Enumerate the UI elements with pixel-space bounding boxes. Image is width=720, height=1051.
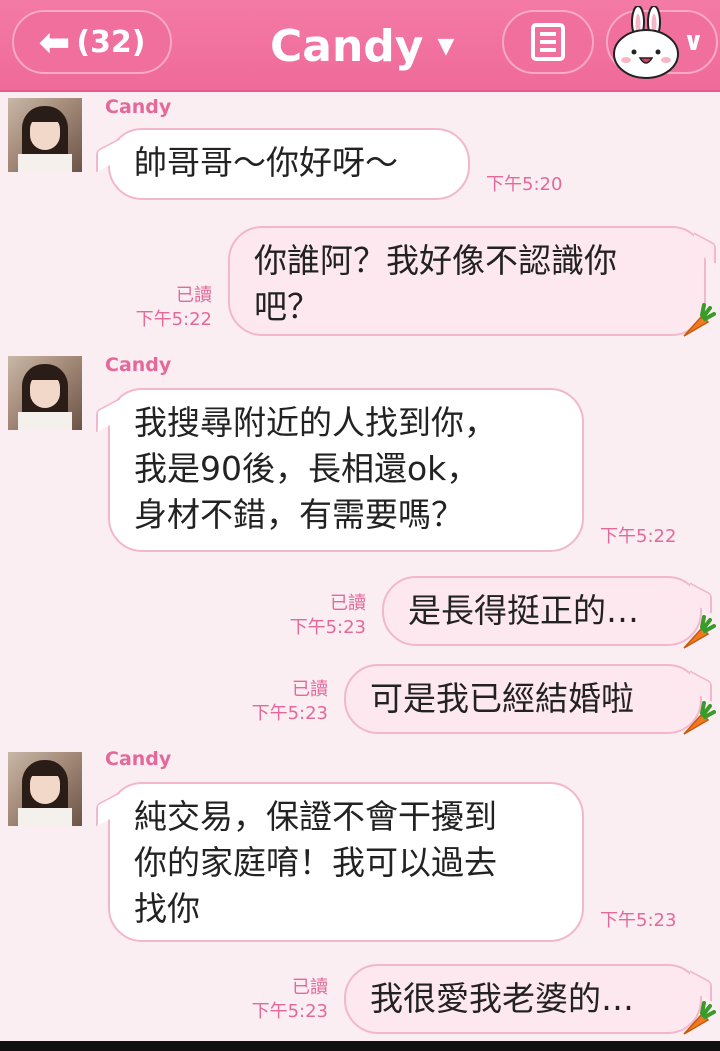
message-meta: 已讀 下午5:23	[272, 592, 366, 640]
message-text: 我很愛我老婆的…	[370, 979, 634, 1018]
top-bar: ⬅ (32) Candy ▼ ∨	[0, 0, 720, 92]
read-receipt: 已讀	[330, 593, 366, 614]
arrow-left-icon: ⬅	[38, 20, 71, 64]
carrot-icon	[683, 701, 716, 735]
chevron-down-icon: ∨	[682, 27, 704, 57]
back-button[interactable]: ⬅ (32)	[12, 10, 172, 74]
message-time: 下午5:23	[289, 617, 366, 638]
message-time: 下午5:23	[600, 910, 677, 931]
message-bubble-incoming[interactable]: 純交易，保證不會干擾到 你的家庭唷！我可以過去 找你	[108, 782, 584, 942]
message-text-line: 吧？	[254, 287, 320, 326]
message-bubble-outgoing[interactable]: 可是我已經結婚啦	[344, 664, 702, 734]
message-meta: 已讀 下午5:23	[234, 976, 328, 1024]
unread-count: (32)	[76, 24, 146, 60]
sender-name: Candy	[105, 96, 172, 118]
carrot-icon	[683, 615, 716, 649]
carrot-icon	[683, 1001, 716, 1035]
message-bubble-outgoing[interactable]: 我很愛我老婆的…	[344, 964, 702, 1034]
message-time: 下午5:23	[251, 1001, 328, 1022]
avatar[interactable]	[8, 752, 82, 826]
message-text-line: 找你	[134, 889, 200, 928]
avatar[interactable]	[8, 98, 82, 172]
avatar[interactable]	[8, 356, 82, 430]
message-bubble-incoming[interactable]: 帥哥哥～你好呀～	[108, 128, 470, 200]
sender-name: Candy	[105, 354, 172, 376]
message-text-line: 我是90後，長相還ok，	[134, 449, 480, 488]
message-text-line: 身材不錯，有需要嗎？	[134, 495, 464, 534]
message-bubble-outgoing[interactable]: 你誰阿？我好像不認識你 吧？	[228, 226, 706, 336]
read-receipt: 已讀	[176, 285, 212, 306]
message-time: 下午5:22	[135, 309, 212, 330]
message-text-line: 我搜尋附近的人找到你，	[134, 403, 497, 442]
bunny-sticker-icon	[613, 6, 679, 79]
message-time: 下午5:23	[251, 703, 328, 724]
message-bubble-outgoing[interactable]: 是長得挺正的…	[382, 576, 702, 646]
bottom-edge	[0, 1041, 720, 1051]
message-time: 下午5:20	[486, 174, 563, 195]
chat-title[interactable]: Candy ▼	[270, 18, 454, 74]
message-time: 下午5:22	[600, 526, 677, 547]
message-text-line: 你誰阿？我好像不認識你	[254, 241, 617, 280]
chat-title-text: Candy	[270, 20, 424, 72]
message-text: 可是我已經結婚啦	[370, 679, 634, 718]
read-receipt: 已讀	[292, 977, 328, 998]
message-meta: 已讀 下午5:22	[118, 284, 212, 332]
message-text: 帥哥哥～你好呀～	[134, 143, 398, 182]
sender-name: Candy	[105, 748, 172, 770]
list-menu-icon	[531, 23, 565, 61]
caret-down-icon: ▼	[437, 33, 455, 59]
message-meta: 已讀 下午5:23	[234, 678, 328, 726]
carrot-icon	[683, 303, 716, 337]
message-text-line: 純交易，保證不會干擾到	[134, 797, 497, 836]
message-bubble-incoming[interactable]: 我搜尋附近的人找到你， 我是90後，長相還ok， 身材不錯，有需要嗎？	[108, 388, 584, 552]
read-receipt: 已讀	[292, 679, 328, 700]
menu-button[interactable]	[502, 10, 594, 74]
message-text: 是長得挺正的…	[408, 591, 639, 630]
message-text-line: 你的家庭唷！我可以過去	[134, 843, 497, 882]
